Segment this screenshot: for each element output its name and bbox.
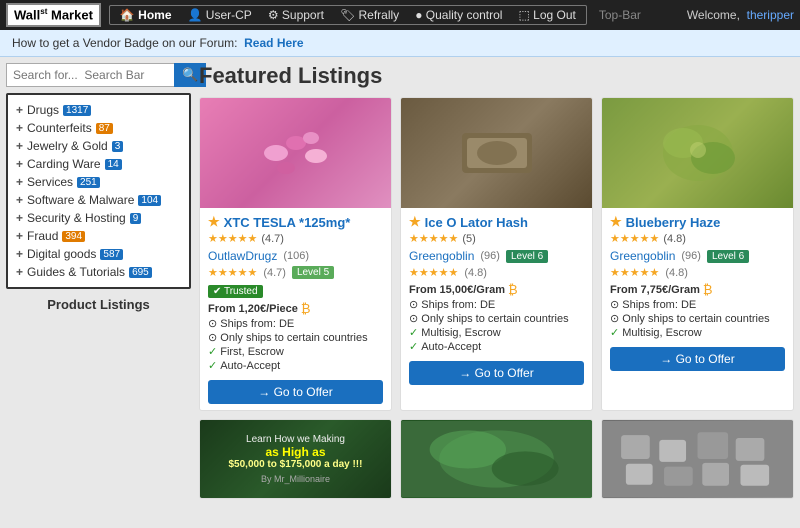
nav-home[interactable]: 🏠 Home [112,6,180,24]
listing-img-2 [401,98,592,208]
featured-title: Featured Listings [199,63,794,89]
welcome-prefix: Welcome, [687,8,740,22]
trusted-badge-1: ✔ Trusted [208,285,263,298]
main-layout: 🔍 + Drugs 1317 + Counterfeits 87 + Jewel… [0,57,800,505]
search-input[interactable] [6,63,174,87]
level-badge-3: Level 6 [707,250,749,263]
seller-row-3: Greengoblin (96) Level 6 [610,249,785,263]
top-bar-label: Top-Bar [599,8,641,22]
listing-stars-2: ★★★★★ (5) [409,232,584,245]
seller-count-3: (96) [681,250,701,262]
go-to-offer-btn-3[interactable]: → Go to Offer [610,347,785,371]
seller-row-2: Greengoblin (96) Level 6 [409,249,584,263]
product-listings-label: Product Listings [6,297,191,312]
seller-stars-1: ★★★★★ [208,266,257,279]
info-banner: How to get a Vendor Badge on our Forum: … [0,30,800,57]
thumbnails-row: Learn How we Making as High as $50,000 t… [199,419,794,499]
listings-grid: ★ XTC TESLA *125mg* ★★★★★ (4.7) OutlawDr… [199,97,794,411]
go-to-offer-btn-2[interactable]: → Go to Offer [409,361,584,385]
seller-count-2: (96) [480,250,500,262]
nav-logout[interactable]: ⬚ Log Out [510,6,583,24]
listing-img-1 [200,98,391,208]
cat-security[interactable]: + Security & Hosting 9 [16,209,181,227]
seller-row-1: OutlawDrugz (106) [208,249,383,263]
username-link[interactable]: theripper [747,8,794,22]
listing-details-2: From 15,00€/Gram ₿ ⊙ Ships from: DE ⊙ On… [409,282,584,353]
cat-services[interactable]: + Services 251 [16,173,181,191]
thumb-card-2[interactable] [400,419,593,499]
top-bar: Wallst Market 🏠 Home 👤 User-CP ⚙ Support… [0,0,800,30]
thumb-card-3[interactable] [601,419,794,499]
listing-details-1: From 1,20€/Piece ₿ ⊙ Ships from: DE ⊙ On… [208,301,383,372]
nav-links: 🏠 Home 👤 User-CP ⚙ Support 🏷 Refrally ● … [109,5,587,25]
go-to-offer-btn-1[interactable]: → Go to Offer [208,380,383,404]
thumb-card-1[interactable]: Learn How we Making as High as $50,000 t… [199,419,392,499]
listing-stars-3: ★★★★★ (4.8) [610,232,785,245]
cat-guides[interactable]: + Guides & Tutorials 695 [16,263,181,281]
listing-card-2: ★ Ice O Lator Hash ★★★★★ (5) Greengoblin… [400,97,593,411]
main-content: Featured Listings ★ [199,63,794,499]
cat-jewelry[interactable]: + Jewelry & Gold 3 [16,137,181,155]
listing-card-3: ★ Blueberry Haze ★★★★★ (4.8) Greengoblin… [601,97,794,411]
banner-text: How to get a Vendor Badge on our Forum: [12,36,237,50]
listing-card-1: ★ XTC TESLA *125mg* ★★★★★ (4.7) OutlawDr… [199,97,392,411]
search-box: 🔍 [6,63,191,87]
listing-title-2: ★ Ice O Lator Hash [409,214,584,230]
cat-carding[interactable]: + Carding Ware 14 [16,155,181,173]
banner-link[interactable]: Read Here [244,36,303,50]
nav-quality[interactable]: ● Quality control [407,6,510,24]
nav-support[interactable]: ⚙ Support [260,6,332,24]
thumb-banner-1: Learn How we Making as High as $50,000 t… [200,420,391,498]
welcome-text: Welcome, theripper [687,8,794,22]
seller-name-3[interactable]: Greengoblin [610,249,675,263]
nav-refrally[interactable]: 🏷 Refrally [332,6,407,24]
cat-counterfeits[interactable]: + Counterfeits 87 [16,119,181,137]
listing-stars-1: ★★★★★ (4.7) [208,232,383,245]
listing-title-3: ★ Blueberry Haze [610,214,785,230]
seller-name-2[interactable]: Greengoblin [409,249,474,263]
listing-details-3: From 7,75€/Gram ₿ ⊙ Ships from: DE ⊙ Onl… [610,282,785,339]
level-badge-1: Level 5 [292,266,334,279]
seller-count-1: (106) [283,250,309,262]
level-badge-2: Level 6 [506,250,548,263]
cat-drugs[interactable]: + Drugs 1317 [16,101,181,119]
logo[interactable]: Wallst Market [6,3,101,26]
sidebar: 🔍 + Drugs 1317 + Counterfeits 87 + Jewel… [6,63,191,499]
seller-name-1[interactable]: OutlawDrugz [208,249,277,263]
cat-digital[interactable]: + Digital goods 587 [16,245,181,263]
listing-title-1: ★ XTC TESLA *125mg* [208,214,383,230]
listing-img-3 [602,98,793,208]
cat-software[interactable]: + Software & Malware 104 [16,191,181,209]
nav-usercp[interactable]: 👤 User-CP [180,6,260,24]
category-box: + Drugs 1317 + Counterfeits 87 + Jewelry… [6,93,191,289]
cat-fraud[interactable]: + Fraud 394 [16,227,181,245]
